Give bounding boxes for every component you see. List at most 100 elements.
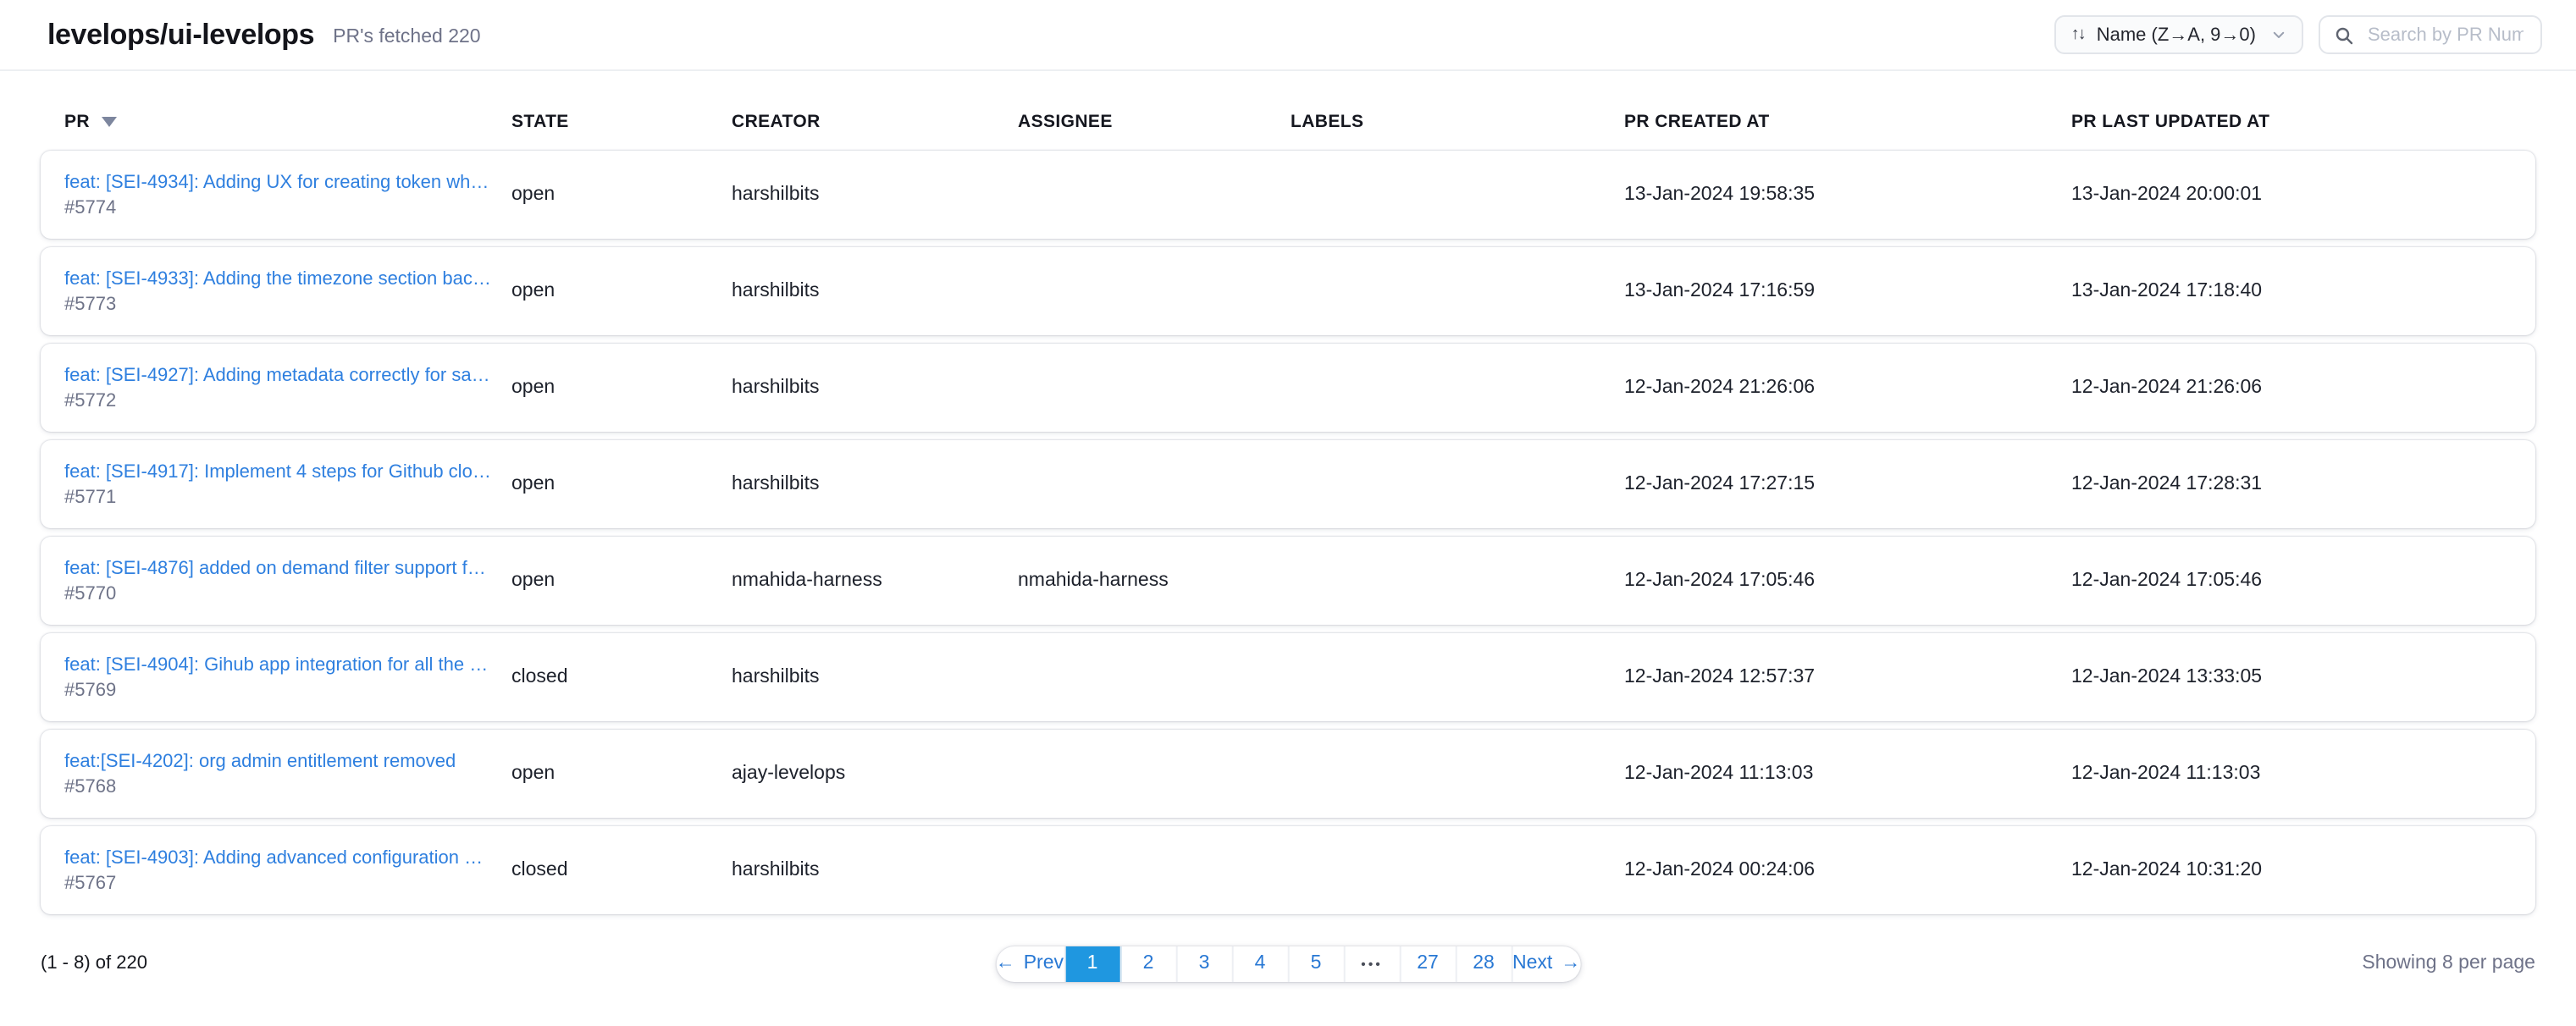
per-page-label: Showing 8 per page [2362, 953, 2535, 974]
pr-title-link[interactable]: feat: [SEI-4927]: Adding metadata correc… [64, 365, 491, 385]
pr-cell: feat: [SEI-4917]: Implement 4 steps for … [64, 461, 511, 507]
sort-caret-icon [102, 117, 117, 127]
column-header-pr[interactable]: PR [64, 112, 511, 132]
creator-cell: harshilbits [732, 474, 1018, 494]
creator-cell: harshilbits [732, 281, 1018, 301]
creator-cell: harshilbits [732, 378, 1018, 398]
pr-title-link[interactable]: feat:[SEI-4202]: org admin entitlement r… [64, 751, 491, 771]
updated-at-cell: 12-Jan-2024 17:28:31 [2071, 474, 2512, 494]
pr-title-link[interactable]: feat: [SEI-4917]: Implement 4 steps for … [64, 461, 491, 482]
page-button[interactable]: 28 [1457, 946, 1512, 981]
pr-number: #5774 [64, 197, 491, 218]
arrow-left-icon: ← [996, 953, 1015, 974]
pr-title-link[interactable]: feat: [SEI-4903]: Adding advanced config… [64, 847, 491, 868]
page-button[interactable]: 2 [1121, 946, 1177, 981]
created-at-cell: 12-Jan-2024 21:26:06 [1624, 378, 2071, 398]
sort-label: Name (Z→A, 9→0) [2097, 25, 2256, 45]
table-body: feat: [SEI-4934]: Adding UX for creating… [0, 151, 2576, 914]
sort-dropdown[interactable]: ↑↓ Name (Z→A, 9→0) [2054, 15, 2303, 54]
updated-at-cell: 13-Jan-2024 20:00:01 [2071, 185, 2512, 205]
prev-label: Prev [1024, 953, 1064, 974]
created-at-cell: 12-Jan-2024 17:27:15 [1624, 474, 2071, 494]
updated-at-cell: 12-Jan-2024 13:33:05 [2071, 667, 2512, 687]
column-header-labels: LABELS [1291, 112, 1624, 132]
pr-cell: feat:[SEI-4202]: org admin entitlement r… [64, 751, 511, 797]
page-button[interactable]: 4 [1233, 946, 1289, 981]
footer: (1 - 8) of 220 ← Prev 1 2 3 4 5 ••• 27 2… [41, 945, 2535, 982]
page-header: levelops/ui-levelops PR's fetched 220 ↑↓… [0, 0, 2576, 71]
page-button[interactable]: 3 [1177, 946, 1233, 981]
created-at-cell: 12-Jan-2024 11:13:03 [1624, 764, 2071, 784]
pr-list-page: levelops/ui-levelops PR's fetched 220 ↑↓… [0, 0, 2576, 1026]
creator-cell: ajay-levelops [732, 764, 1018, 784]
header-controls: ↑↓ Name (Z→A, 9→0) [2054, 15, 2542, 54]
next-label: Next [1512, 953, 1552, 974]
pr-title-link[interactable]: feat: [SEI-4904]: Gihub app integration … [64, 654, 491, 675]
search-input[interactable] [2364, 23, 2527, 47]
next-page-button[interactable]: Next → [1512, 946, 1580, 981]
updated-at-cell: 13-Jan-2024 17:18:40 [2071, 281, 2512, 301]
assignee-cell: nmahida-harness [1018, 571, 1291, 591]
pr-number: #5773 [64, 294, 491, 314]
range-label: (1 - 8) of 220 [41, 953, 147, 974]
state-cell: closed [511, 860, 732, 880]
pr-title-link[interactable]: feat: [SEI-4876] added on demand filter … [64, 558, 491, 578]
created-at-cell: 13-Jan-2024 19:58:35 [1624, 185, 2071, 205]
pr-number: #5771 [64, 487, 491, 507]
state-cell: open [511, 281, 732, 301]
created-at-cell: 12-Jan-2024 12:57:37 [1624, 667, 2071, 687]
chevron-down-icon [2271, 27, 2286, 42]
pr-title-link[interactable]: feat: [SEI-4933]: Adding the timezone se… [64, 268, 491, 289]
table-row: feat: [SEI-4934]: Adding UX for creating… [41, 151, 2535, 239]
pr-title-link[interactable]: feat: [SEI-4934]: Adding UX for creating… [64, 172, 491, 192]
pr-number: #5770 [64, 583, 491, 604]
updated-at-cell: 12-Jan-2024 11:13:03 [2071, 764, 2512, 784]
state-cell: open [511, 571, 732, 591]
updated-at-cell: 12-Jan-2024 17:05:46 [2071, 571, 2512, 591]
pages-ellipsis[interactable]: ••• [1345, 946, 1401, 981]
pr-cell: feat: [SEI-4927]: Adding metadata correc… [64, 365, 511, 411]
table-row: feat: [SEI-4933]: Adding the timezone se… [41, 247, 2535, 335]
pr-cell: feat: [SEI-4934]: Adding UX for creating… [64, 172, 511, 218]
column-header-state: STATE [511, 112, 732, 132]
pr-cell: feat: [SEI-4876] added on demand filter … [64, 558, 511, 604]
pr-cell: feat: [SEI-4903]: Adding advanced config… [64, 847, 511, 893]
column-header-assignee: ASSIGNEE [1018, 112, 1291, 132]
prev-page-button[interactable]: ← Prev [996, 946, 1065, 981]
pagination: ← Prev 1 2 3 4 5 ••• 27 28 Next → [996, 946, 1581, 981]
pr-number: #5767 [64, 873, 491, 893]
column-header-created-at: PR CREATED AT [1624, 112, 2071, 132]
creator-cell: nmahida-harness [732, 571, 1018, 591]
table-header: PR STATE CREATOR ASSIGNEE LABELS PR CREA… [41, 112, 2535, 132]
page-button[interactable]: 5 [1289, 946, 1345, 981]
search-icon [2334, 25, 2354, 45]
state-cell: closed [511, 667, 732, 687]
creator-cell: harshilbits [732, 860, 1018, 880]
pr-number: #5768 [64, 776, 491, 797]
creator-cell: harshilbits [732, 185, 1018, 205]
created-at-cell: 12-Jan-2024 00:24:06 [1624, 860, 2071, 880]
state-cell: open [511, 474, 732, 494]
pr-number: #5772 [64, 390, 491, 411]
table-row: feat: [SEI-4903]: Adding advanced config… [41, 826, 2535, 914]
sort-arrows-icon: ↑↓ [2071, 25, 2085, 44]
state-cell: open [511, 764, 732, 784]
pr-cell: feat: [SEI-4933]: Adding the timezone se… [64, 268, 511, 314]
created-at-cell: 13-Jan-2024 17:16:59 [1624, 281, 2071, 301]
updated-at-cell: 12-Jan-2024 21:26:06 [2071, 378, 2512, 398]
table-row: feat: [SEI-4876] added on demand filter … [41, 537, 2535, 625]
updated-at-cell: 12-Jan-2024 10:31:20 [2071, 860, 2512, 880]
column-header-creator: CREATOR [732, 112, 1018, 132]
state-cell: open [511, 378, 732, 398]
table-row: feat:[SEI-4202]: org admin entitlement r… [41, 730, 2535, 818]
pr-cell: feat: [SEI-4904]: Gihub app integration … [64, 654, 511, 700]
column-label: PR [64, 112, 90, 132]
table-row: feat: [SEI-4904]: Gihub app integration … [41, 633, 2535, 721]
created-at-cell: 12-Jan-2024 17:05:46 [1624, 571, 2071, 591]
arrow-right-icon: → [1561, 953, 1580, 974]
page-title: levelops/ui-levelops [47, 18, 314, 52]
page-button[interactable]: 27 [1401, 946, 1457, 981]
column-header-updated-at: PR LAST UPDATED AT [2071, 112, 2512, 132]
table-row: feat: [SEI-4917]: Implement 4 steps for … [41, 440, 2535, 528]
page-button[interactable]: 1 [1065, 946, 1121, 981]
